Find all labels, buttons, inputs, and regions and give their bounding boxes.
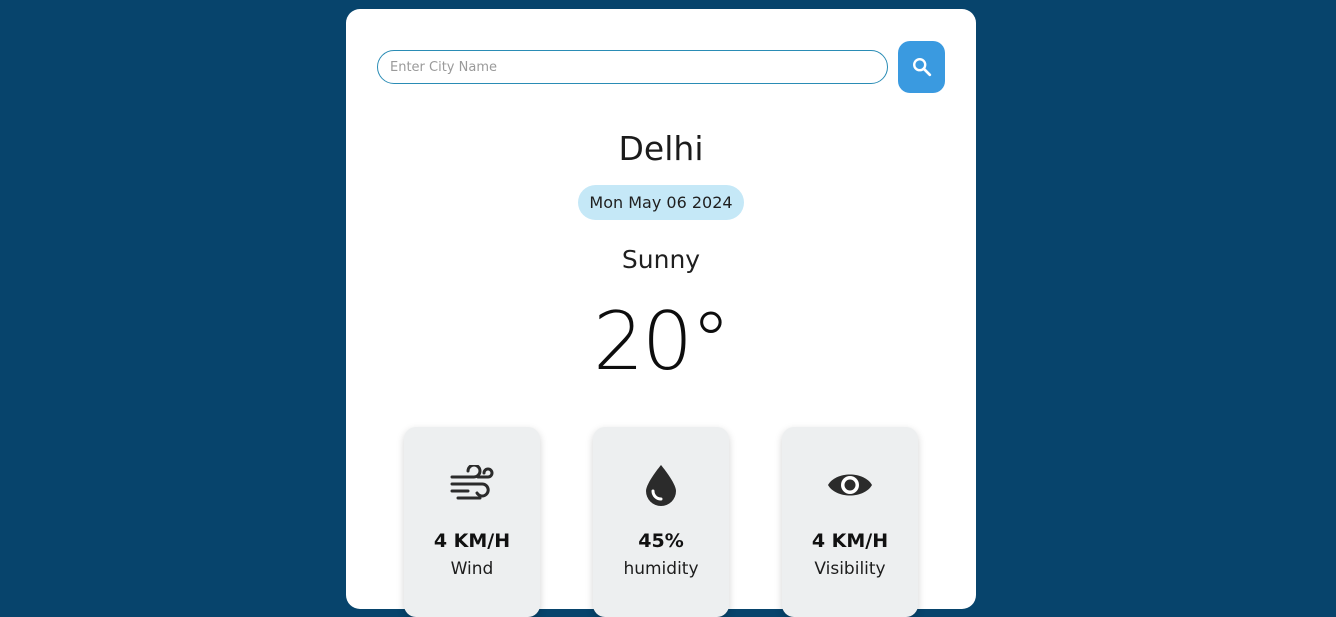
wind-value: 4 KM/H bbox=[433, 530, 511, 552]
wind-icon bbox=[404, 461, 540, 509]
city-name: Delhi bbox=[618, 129, 704, 168]
weather-condition: Sunny bbox=[621, 245, 701, 274]
search-button[interactable] bbox=[898, 41, 945, 93]
visibility-value: 4 KM/H bbox=[811, 530, 889, 552]
humidity-label: humidity bbox=[623, 559, 699, 579]
date-badge: Mon May 06 2024 bbox=[578, 185, 744, 220]
temperature-value: 20° bbox=[593, 295, 731, 388]
water-drop-icon bbox=[593, 461, 729, 509]
weather-card: Delhi Mon May 06 2024 Sunny 20° 4 KM/H W… bbox=[346, 9, 976, 617]
search-icon bbox=[912, 58, 931, 77]
humidity-value: 45% bbox=[638, 530, 684, 552]
eye-icon bbox=[782, 461, 918, 509]
stat-card-visibility: 4 KM/H Visibility bbox=[782, 427, 918, 617]
stat-card-wind: 4 KM/H Wind bbox=[404, 427, 540, 617]
search-bar bbox=[377, 41, 945, 93]
wind-label: Wind bbox=[450, 559, 494, 579]
stat-card-humidity: 45% humidity bbox=[593, 427, 729, 617]
city-search-input[interactable] bbox=[377, 50, 888, 84]
visibility-label: Visibility bbox=[814, 559, 886, 579]
